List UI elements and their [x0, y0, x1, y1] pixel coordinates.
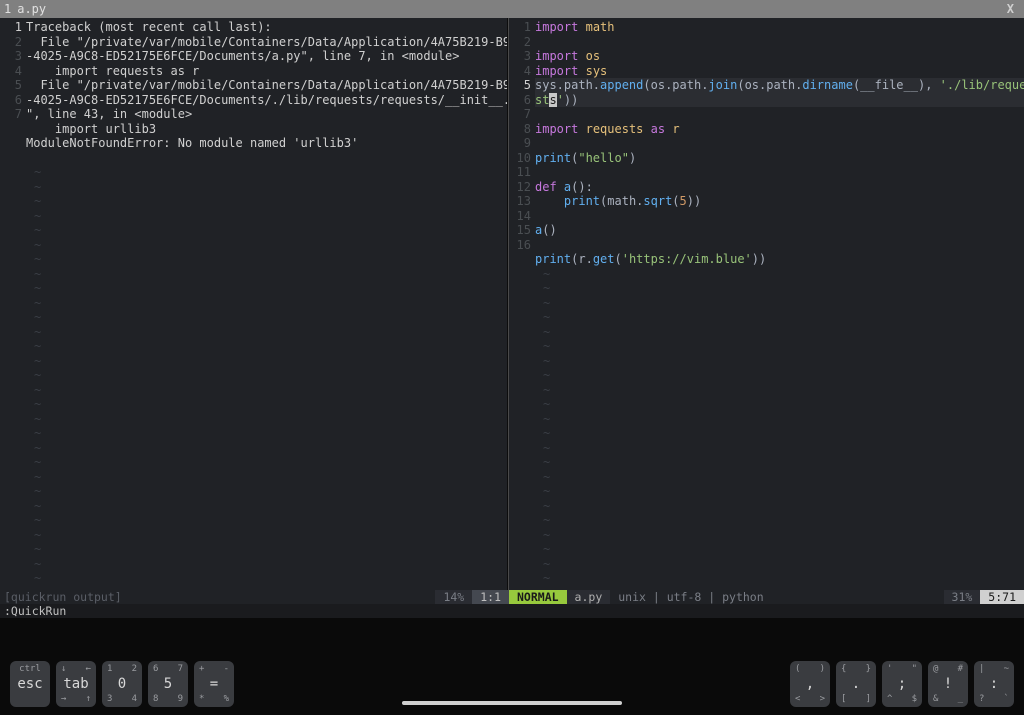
- kbd-right-key-1[interactable]: {}.[]: [836, 661, 876, 707]
- keyboard-accessory: ctrlesc↓←tab→↑1203467589+-=*% (),<>{}.[]…: [0, 618, 1024, 715]
- source-pane[interactable]: 12345678910111213141516 import math impo…: [509, 18, 1024, 590]
- kbd-right-key-4[interactable]: |~:?`: [974, 661, 1014, 707]
- home-indicator: [402, 701, 622, 705]
- command-line[interactable]: :QuickRun: [0, 604, 1024, 618]
- kbd-left-key-3[interactable]: 67589: [148, 661, 188, 707]
- kbd-left-key-2[interactable]: 12034: [102, 661, 142, 707]
- right-status-position: 5:71: [980, 590, 1024, 604]
- close-icon[interactable]: X: [1001, 2, 1020, 16]
- left-status-percent: 14%: [435, 590, 472, 604]
- kbd-right-key-0[interactable]: (),<>: [790, 661, 830, 707]
- left-status-position: 1:1: [472, 590, 509, 604]
- kbd-left-key-0[interactable]: ctrlesc: [10, 661, 50, 707]
- left-gutter: 1234567: [0, 20, 26, 590]
- quickrun-output[interactable]: Traceback (most recent call last): File …: [26, 20, 507, 590]
- quickrun-output-pane[interactable]: 1234567 Traceback (most recent call last…: [0, 18, 507, 590]
- right-status-percent: 31%: [944, 590, 981, 604]
- right-status-fileinfo: unix | utf-8 | python: [610, 590, 943, 604]
- right-gutter: 12345678910111213141516: [509, 20, 535, 586]
- window-titlebar: 1 a.py X: [0, 0, 1024, 18]
- kbd-left-key-1[interactable]: ↓←tab→↑: [56, 661, 96, 707]
- kbd-left-key-4[interactable]: +-=*%: [194, 661, 234, 707]
- source-code[interactable]: import math import osimport syssys.path.…: [535, 20, 1024, 586]
- kbd-right-key-3[interactable]: @#!&_: [928, 661, 968, 707]
- buffer-index: 1: [4, 2, 11, 16]
- status-bars: [quickrun output] 14% 1:1 NORMAL a.py un…: [0, 590, 1024, 604]
- status-right: NORMAL a.py unix | utf-8 | python 31% 5:…: [509, 590, 1024, 604]
- kbd-right-key-2[interactable]: '";^$: [882, 661, 922, 707]
- right-status-filename: a.py: [567, 590, 611, 604]
- status-left: [quickrun output] 14% 1:1: [0, 590, 509, 604]
- buffer-filename: a.py: [17, 2, 46, 16]
- vim-mode: NORMAL: [509, 590, 567, 604]
- left-status-label: [quickrun output]: [0, 590, 435, 604]
- editor-split: 1234567 Traceback (most recent call last…: [0, 18, 1024, 590]
